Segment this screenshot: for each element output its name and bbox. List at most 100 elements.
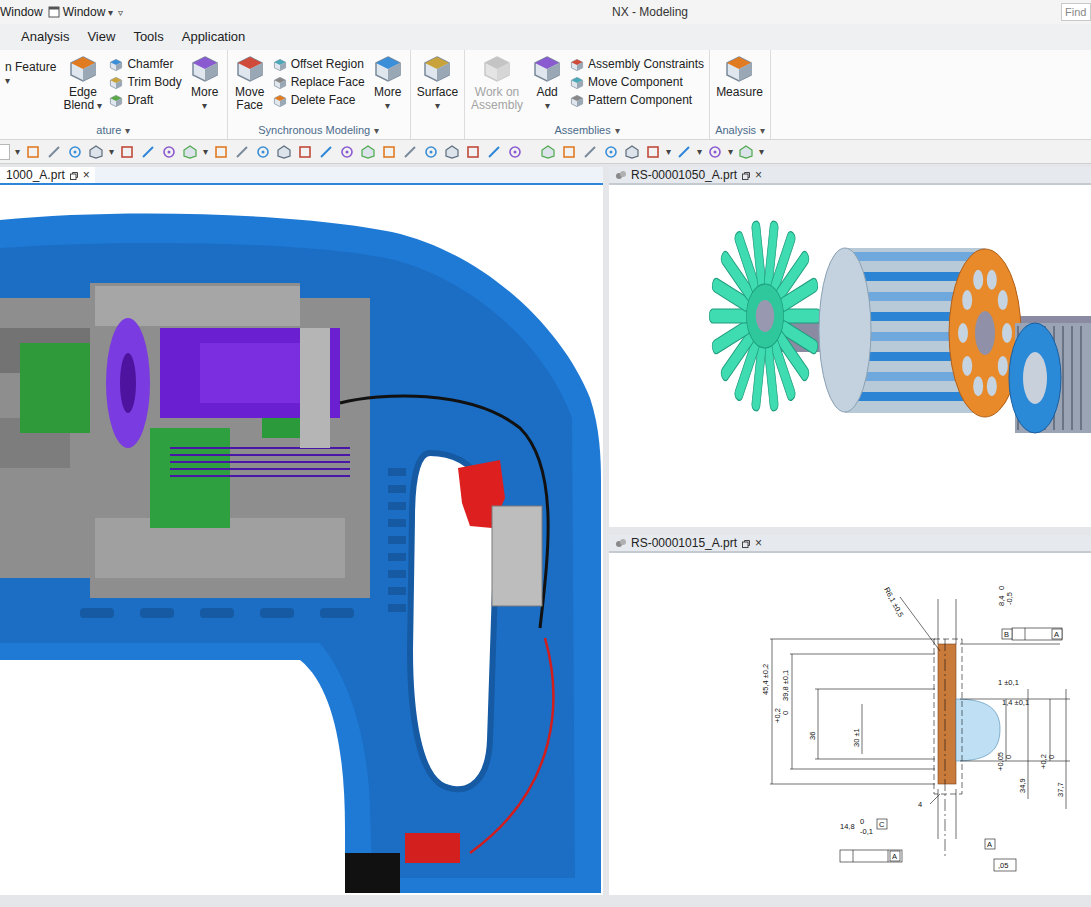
toolbar-button[interactable]	[88, 143, 104, 161]
ribbon-small-button[interactable]: Draft	[109, 93, 181, 108]
label-text: 30 ±1	[852, 728, 861, 747]
close-tab-button[interactable]: ×	[755, 169, 762, 181]
toolbar-button[interactable]	[645, 143, 661, 161]
dropdown-caret[interactable]: ▾	[697, 144, 702, 159]
ribbon-small-button[interactable]: Chamfer	[109, 57, 181, 72]
menu-item[interactable]: View	[78, 24, 124, 50]
quick-access-item[interactable]: Window	[0, 3, 43, 21]
graphics-window[interactable]	[609, 185, 1091, 527]
toolbar-button[interactable]	[297, 143, 313, 161]
toolbar-tool-icon	[234, 144, 250, 160]
ribbon-button[interactable]: n Feature▾	[5, 54, 56, 88]
toolbar-button[interactable]	[561, 143, 577, 161]
ribbon-stack: Chamfer Trim Body Draft	[109, 54, 181, 108]
dimension-label: 39,8 ±0,1	[781, 670, 790, 701]
toolbar-button[interactable]	[486, 143, 502, 161]
customize-button[interactable]: ▿	[118, 5, 123, 20]
label-text: -0,5	[1005, 592, 1014, 605]
dropdown-caret[interactable]: ▾	[15, 144, 20, 159]
float-button[interactable]	[741, 167, 751, 184]
toolbar-button[interactable]	[540, 143, 556, 161]
dropdown-caret[interactable]: ▾	[728, 144, 733, 159]
float-button[interactable]	[741, 535, 751, 552]
filter-combo[interactable]	[0, 144, 10, 160]
group-options-caret[interactable]: ▾	[125, 123, 130, 138]
toolbar-button[interactable]	[465, 143, 481, 161]
close-tab-button[interactable]: ×	[83, 169, 90, 181]
dimension-label: -0,5	[1005, 592, 1014, 605]
document-tab[interactable]: 1000_A.prt×	[0, 167, 95, 183]
dimension-label: 0	[860, 817, 864, 826]
toolbar-button[interactable]	[67, 143, 83, 161]
ribbon-large-button[interactable]: EdgeBlend ▾	[62, 54, 103, 112]
toolbar-button[interactable]	[676, 143, 692, 161]
dropdown-caret[interactable]: ▾	[109, 144, 114, 159]
tool-icon	[570, 94, 584, 108]
wiring	[340, 396, 553, 853]
ribbon-label-line: Assembly	[471, 99, 523, 112]
toolbar-button[interactable]	[603, 143, 619, 161]
document-title: RS-00001015_A.prt	[631, 535, 737, 552]
toolbar-button[interactable]	[25, 143, 41, 161]
tool-icon	[273, 58, 287, 72]
toolbar-button[interactable]	[46, 143, 62, 161]
ribbon-small-button[interactable]: Replace Face	[273, 75, 365, 90]
toolbar-button[interactable]	[140, 143, 156, 161]
ribbon-small-button[interactable]: Trim Body	[109, 75, 181, 90]
toolbar-button[interactable]	[234, 143, 250, 161]
armature-model	[709, 220, 1091, 433]
group-options-caret[interactable]: ▾	[615, 123, 620, 138]
menu-item[interactable]: Tools	[124, 24, 172, 50]
dropdown-caret[interactable]: ▾	[203, 144, 208, 159]
ribbon-large-button[interactable]: MoveFace	[233, 54, 267, 112]
ribbon-large-button[interactable]: Measure	[715, 54, 764, 99]
ribbon-small-button[interactable]: Assembly Constraints	[570, 57, 704, 72]
toolbar-button[interactable]	[318, 143, 334, 161]
toolbar-button[interactable]	[624, 143, 640, 161]
toolbar-button[interactable]	[582, 143, 598, 161]
toolbar-button[interactable]	[339, 143, 355, 161]
toolbar-button[interactable]	[119, 143, 135, 161]
toolbar-button[interactable]	[213, 143, 229, 161]
toolbar-button[interactable]	[182, 143, 198, 161]
dimension-label: -0,1	[860, 827, 873, 836]
dropdown-caret[interactable]: ▾	[759, 144, 764, 159]
command-search[interactable]	[1061, 3, 1091, 21]
toolbar-button[interactable]	[738, 143, 754, 161]
ribbon-small-button[interactable]: Pattern Component	[570, 93, 704, 108]
toolbar-button[interactable]	[255, 143, 271, 161]
menu-item[interactable]: Application	[173, 24, 255, 50]
toolbar-button[interactable]	[444, 143, 460, 161]
toolbar-button[interactable]	[276, 143, 292, 161]
toolbar-tool-icon	[465, 144, 481, 160]
toolbar-tool-icon	[119, 144, 135, 160]
toolbar-button[interactable]	[161, 143, 177, 161]
ribbon-small-button[interactable]: Delete Face	[273, 93, 365, 108]
toolbar-button[interactable]	[507, 143, 523, 161]
ribbon-small-button[interactable]: Move Component	[570, 75, 704, 90]
toolbar-button[interactable]	[423, 143, 439, 161]
toolbar-button[interactable]	[360, 143, 376, 161]
toolbar-button[interactable]	[381, 143, 397, 161]
ribbon-large-button[interactable]: More▾	[188, 54, 222, 112]
menu-item[interactable]: Analysis	[12, 24, 78, 50]
float-button[interactable]	[69, 167, 79, 184]
graphics-window[interactable]	[0, 185, 603, 895]
group-options-caret[interactable]: ▾	[374, 123, 379, 138]
ribbon-large-button[interactable]: More▾	[371, 54, 405, 112]
dropdown-caret[interactable]: ▾	[666, 144, 671, 159]
graphics-window[interactable]: R6,1 ±0,58,40-0,5BA45,4 ±0,239,8 ±0,1+0,…	[609, 553, 1091, 895]
document-tab[interactable]: RS-00001015_A.prt ×	[609, 535, 767, 551]
document-tab[interactable]: RS-00001050_A.prt×	[609, 167, 767, 183]
group-options-caret[interactable]: ▾	[760, 123, 765, 138]
label-text: A	[987, 840, 992, 849]
quick-access-item[interactable]: Window▾	[48, 3, 114, 21]
toolbar-button[interactable]	[402, 143, 418, 161]
ribbon-large-button[interactable]: Surface▾	[416, 54, 459, 112]
ribbon-button-label: Add	[536, 85, 557, 99]
close-tab-button[interactable]: ×	[755, 537, 762, 549]
ribbon-large-button[interactable]: Add▾	[530, 54, 564, 112]
ribbon-group-items: Surface▾	[416, 50, 459, 122]
toolbar-button[interactable]	[707, 143, 723, 161]
ribbon-small-button[interactable]: Offset Region	[273, 57, 365, 72]
